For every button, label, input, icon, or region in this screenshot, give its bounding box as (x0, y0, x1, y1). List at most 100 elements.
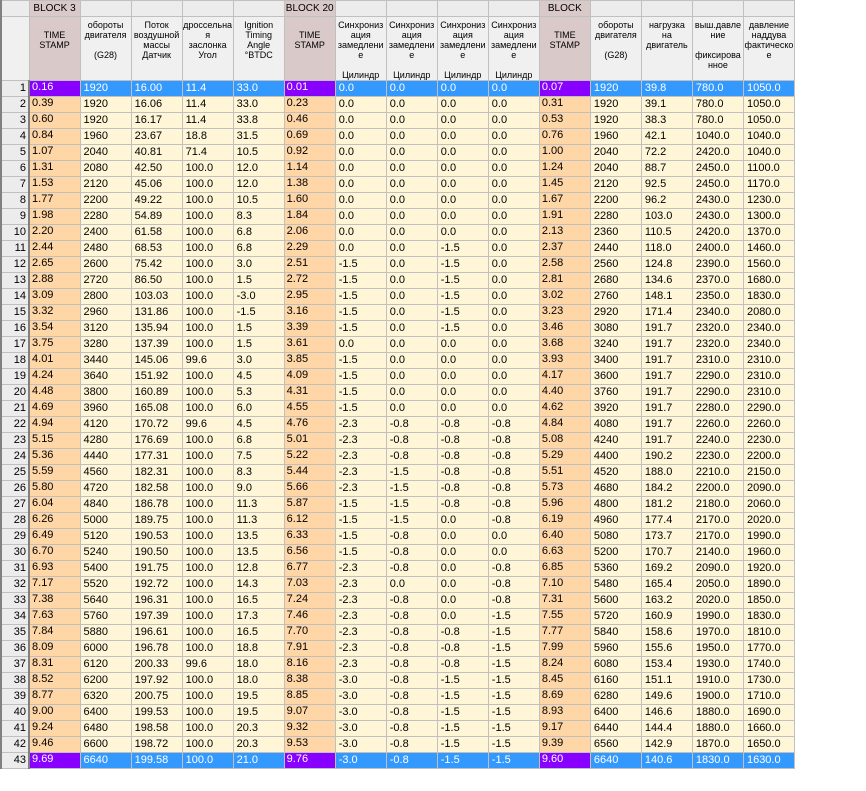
data-cell[interactable]: 0.0 (436, 528, 489, 545)
column-header[interactable]: выш.давление фиксированное (691, 16, 744, 81)
data-cell[interactable]: 38.3 (640, 112, 693, 129)
data-cell[interactable]: 5400 (79, 560, 132, 577)
data-cell[interactable]: 31.5 (232, 128, 285, 145)
data-cell[interactable]: -0.8 (385, 656, 438, 673)
data-cell[interactable]: 2170.0 (691, 528, 744, 545)
data-cell[interactable]: 2340.0 (742, 336, 796, 353)
timestamp-cell[interactable]: 5.01 (283, 432, 336, 449)
data-cell[interactable]: 0.0 (436, 208, 489, 225)
timestamp-cell[interactable]: 0.16 (28, 80, 81, 97)
data-cell[interactable]: 6320 (79, 688, 132, 705)
data-cell[interactable]: 10.5 (232, 192, 285, 209)
data-cell[interactable]: 5960 (589, 640, 642, 657)
data-cell[interactable]: 18.8 (232, 640, 285, 657)
data-cell[interactable]: -0.8 (436, 432, 489, 449)
data-cell[interactable]: 200.75 (130, 688, 183, 705)
data-cell[interactable]: 0.0 (334, 336, 387, 353)
data-cell[interactable]: 0.0 (385, 208, 438, 225)
table-row[interactable]: 5 1.07 2040 40.81 71.4 10.5 0.92 0.0 0.0 0.0 0.0 1.… (0, 144, 796, 161)
timestamp-cell[interactable]: 7.38 (28, 592, 81, 609)
data-cell[interactable]: 163.2 (640, 592, 693, 609)
data-cell[interactable]: 197.92 (130, 672, 183, 689)
data-cell[interactable]: -0.8 (385, 608, 438, 625)
data-cell[interactable]: 1930.0 (691, 656, 744, 673)
data-cell[interactable]: 191.7 (640, 384, 693, 401)
data-cell[interactable]: -2.3 (334, 656, 387, 673)
data-cell[interactable]: -1.5 (436, 304, 489, 321)
data-cell[interactable]: -1.5 (334, 400, 387, 417)
data-cell[interactable]: -0.8 (436, 416, 489, 433)
data-cell[interactable]: 88.7 (640, 160, 693, 177)
row-number[interactable]: 31 (0, 560, 31, 577)
data-cell[interactable]: 1960 (79, 128, 132, 145)
data-cell[interactable]: 8.3 (232, 464, 285, 481)
data-cell[interactable]: 100.0 (181, 608, 234, 625)
data-cell[interactable]: 2600 (79, 256, 132, 273)
data-cell[interactable]: -2.3 (334, 560, 387, 577)
column-header[interactable]: Синхронизация замедление Цилиндр (436, 16, 489, 81)
timestamp-cell[interactable]: 4.62 (538, 400, 591, 417)
data-cell[interactable]: 182.31 (130, 464, 183, 481)
data-cell[interactable]: 2200 (589, 192, 642, 209)
data-cell[interactable]: 5520 (79, 576, 132, 593)
data-cell[interactable]: 5200 (589, 544, 642, 561)
data-cell[interactable]: 42.50 (130, 160, 183, 177)
table-row[interactable]: 16 3.54 3120 135.94 100.0 1.5 3.39 -1.5 0.0 -1.5 0… (0, 320, 796, 337)
row-number[interactable]: 20 (0, 384, 31, 401)
data-cell[interactable]: 6400 (589, 704, 642, 721)
data-cell[interactable]: 1050.0 (742, 96, 796, 113)
timestamp-cell[interactable]: 9.60 (538, 752, 591, 769)
data-cell[interactable]: 99.6 (181, 656, 234, 673)
row-number[interactable]: 38 (0, 672, 31, 689)
data-cell[interactable]: 0.0 (436, 512, 489, 529)
column-header-timestamp[interactable]: TIME STAMP (28, 16, 81, 81)
timestamp-cell[interactable]: 1.31 (28, 160, 81, 177)
data-cell[interactable]: 16.00 (130, 80, 183, 97)
timestamp-cell[interactable]: 7.10 (538, 576, 591, 593)
data-cell[interactable]: -2.3 (334, 416, 387, 433)
data-cell[interactable]: 99.6 (181, 416, 234, 433)
row-number[interactable]: 23 (0, 432, 31, 449)
data-cell[interactable]: 182.58 (130, 480, 183, 497)
data-cell[interactable]: -1.5 (334, 256, 387, 273)
data-cell[interactable]: 153.4 (640, 656, 693, 673)
data-cell[interactable]: 3.0 (232, 352, 285, 369)
data-cell[interactable]: 12.0 (232, 176, 285, 193)
data-cell[interactable]: 40.81 (130, 144, 183, 161)
data-cell[interactable]: 2280 (79, 208, 132, 225)
block-header-cell[interactable] (640, 0, 693, 17)
table-row[interactable]: 20 4.48 3800 160.89 100.0 5.3 4.31 -1.5 0.0 0.0 0.… (0, 384, 796, 401)
data-cell[interactable]: 100.0 (181, 320, 234, 337)
data-cell[interactable]: -1.5 (334, 544, 387, 561)
data-cell[interactable]: 100.0 (181, 240, 234, 257)
data-cell[interactable]: 0.0 (436, 192, 489, 209)
data-cell[interactable]: 191.7 (640, 400, 693, 417)
data-cell[interactable]: 0.0 (385, 144, 438, 161)
data-cell[interactable]: 3120 (79, 320, 132, 337)
data-cell[interactable]: 13.5 (232, 544, 285, 561)
timestamp-cell[interactable]: 6.56 (283, 544, 336, 561)
table-row[interactable]: 13 2.88 2720 86.50 100.0 1.5 2.72 -1.5 0.0 -1.5 0.… (0, 272, 796, 289)
data-cell[interactable]: -0.8 (385, 416, 438, 433)
timestamp-cell[interactable]: 0.84 (28, 128, 81, 145)
row-number[interactable]: 18 (0, 352, 31, 369)
data-cell[interactable]: -0.8 (385, 688, 438, 705)
timestamp-cell[interactable]: 5.36 (28, 448, 81, 465)
data-cell[interactable]: -3.0 (334, 672, 387, 689)
timestamp-cell[interactable]: 8.93 (538, 704, 591, 721)
row-number[interactable]: 36 (0, 640, 31, 657)
data-cell[interactable]: -0.8 (436, 640, 489, 657)
timestamp-cell[interactable]: 5.22 (283, 448, 336, 465)
row-number[interactable]: 30 (0, 544, 31, 561)
data-cell[interactable]: 189.75 (130, 512, 183, 529)
data-cell[interactable]: 1900.0 (691, 688, 744, 705)
data-cell[interactable]: 4680 (589, 480, 642, 497)
data-cell[interactable]: 3960 (79, 400, 132, 417)
data-cell[interactable]: 1960 (589, 128, 642, 145)
data-cell[interactable]: 100.0 (181, 432, 234, 449)
table-row[interactable]: 17 3.75 3280 137.39 100.0 1.5 3.61 0.0 0.0 0.0 0.0… (0, 336, 796, 353)
data-cell[interactable]: 1910.0 (691, 672, 744, 689)
data-cell[interactable]: 100.0 (181, 560, 234, 577)
block-header-cell[interactable] (691, 0, 744, 17)
data-cell[interactable]: 3240 (589, 336, 642, 353)
